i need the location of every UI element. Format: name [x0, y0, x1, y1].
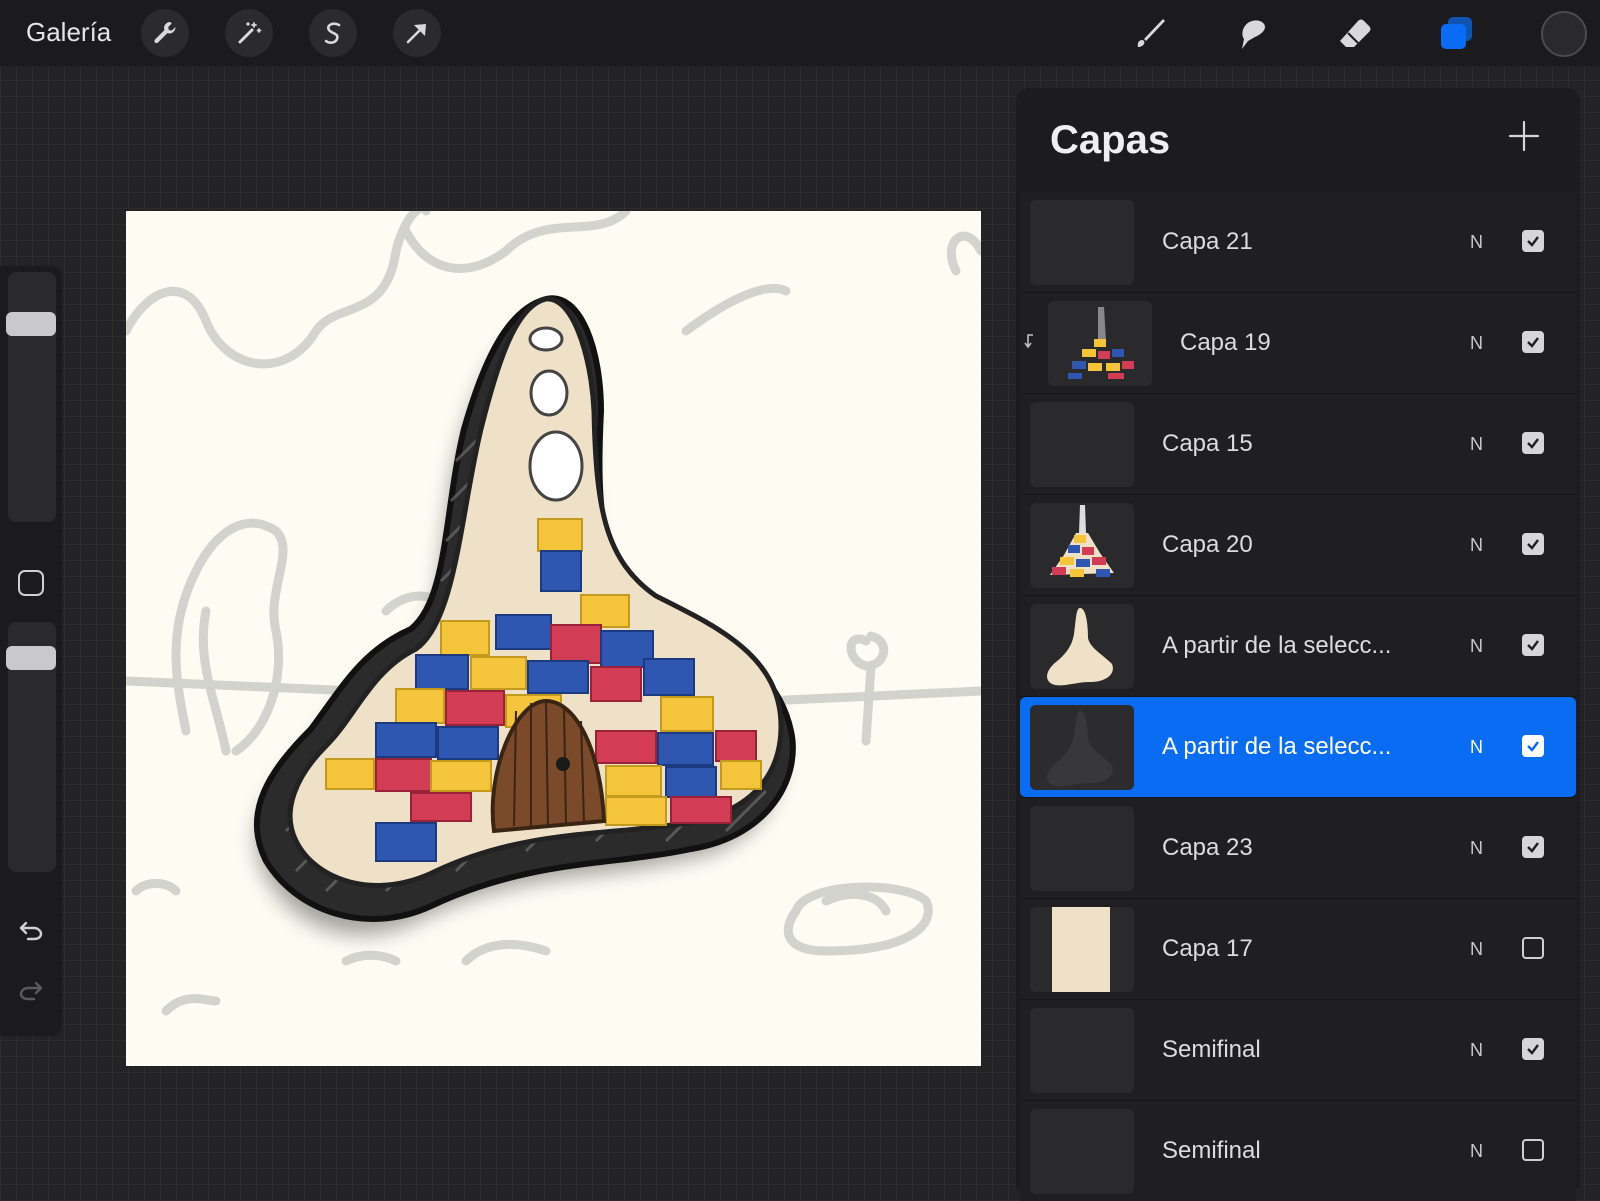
- checkmark-icon: [1527, 1044, 1539, 1055]
- blend-mode-button[interactable]: N: [1470, 232, 1483, 253]
- layer-name: A partir de la selecc...: [1162, 632, 1392, 659]
- visibility-checkbox[interactable]: [1522, 432, 1544, 454]
- checkmark-icon: [1527, 539, 1539, 550]
- layer-thumbnail: [1030, 1008, 1134, 1093]
- clipping-mask-icon: [1024, 334, 1033, 349]
- layer-name: Semifinal: [1162, 1137, 1261, 1164]
- undo-icon[interactable]: [16, 914, 46, 944]
- blend-mode-button[interactable]: N: [1470, 434, 1483, 455]
- checkmark-icon: [1527, 842, 1539, 853]
- layer-thumbnail: [1030, 705, 1134, 790]
- opacity-thumb[interactable]: [6, 646, 56, 670]
- layer-row[interactable]: Capa 23 N: [1020, 798, 1576, 899]
- plus-icon[interactable]: [1508, 120, 1540, 152]
- adjustments-button[interactable]: [225, 9, 273, 57]
- eraser-icon: [1340, 19, 1371, 47]
- blend-mode-button[interactable]: N: [1470, 333, 1483, 354]
- layer-row[interactable]: Capa 17 N: [1020, 899, 1576, 1000]
- gallery-button[interactable]: Galería: [26, 17, 111, 48]
- arrow-cursor-icon: [406, 24, 426, 44]
- actions-button[interactable]: [141, 9, 189, 57]
- layers-tool[interactable]: [1434, 11, 1478, 55]
- smudge-icon: [1242, 20, 1265, 49]
- layer-name: Capa 17: [1162, 935, 1253, 962]
- layer-row[interactable]: Semifinal N: [1020, 1101, 1576, 1201]
- redo-icon[interactable]: [16, 974, 46, 1004]
- checkmark-icon: [1527, 236, 1539, 247]
- checkmark-icon: [1527, 438, 1539, 449]
- visibility-checkbox[interactable]: [1522, 937, 1544, 959]
- layer-name: Semifinal: [1162, 1036, 1261, 1063]
- layer-row[interactable]: Capa 19 N: [1020, 293, 1576, 394]
- blend-mode-button[interactable]: N: [1470, 939, 1483, 960]
- left-sidebar: [0, 266, 62, 1036]
- layers-list: Capa 21 N Capa 19 N Capa 15 N Capa 20 N …: [1020, 192, 1576, 1201]
- layer-thumbnail: [1030, 806, 1134, 891]
- layer-thumbnail: [1030, 200, 1134, 285]
- layer-row[interactable]: Capa 21 N: [1020, 192, 1576, 293]
- blend-mode-button[interactable]: N: [1470, 838, 1483, 859]
- checkmark-icon: [1527, 640, 1539, 651]
- brush-tool[interactable]: [1128, 11, 1172, 55]
- layer-name: A partir de la selecc...: [1162, 733, 1392, 760]
- selection-button[interactable]: [309, 9, 357, 57]
- blend-mode-button[interactable]: N: [1470, 1141, 1483, 1162]
- checkmark-icon: [1527, 337, 1539, 348]
- blend-mode-button[interactable]: N: [1470, 535, 1483, 556]
- layer-row[interactable]: Semifinal N: [1020, 1000, 1576, 1101]
- layer-thumbnail: [1048, 301, 1152, 386]
- brush-size-thumb[interactable]: [6, 312, 56, 336]
- visibility-checkbox[interactable]: [1522, 230, 1544, 252]
- smudge-tool[interactable]: [1230, 11, 1274, 55]
- visibility-checkbox[interactable]: [1522, 331, 1544, 353]
- layers-panel-title: Capas: [1050, 118, 1171, 162]
- layer-thumbnail: [1030, 604, 1134, 689]
- eraser-tool[interactable]: [1332, 11, 1376, 55]
- layer-thumbnail: [1030, 402, 1134, 487]
- layer-thumbnail: [1030, 907, 1134, 992]
- layer-row[interactable]: Capa 20 N: [1020, 495, 1576, 596]
- visibility-checkbox[interactable]: [1522, 1139, 1544, 1161]
- checkmark-icon: [1527, 741, 1539, 752]
- brush-size-slider[interactable]: [8, 272, 56, 522]
- layer-thumbnail: [1030, 1109, 1134, 1194]
- blend-mode-button[interactable]: N: [1470, 636, 1483, 657]
- layer-row[interactable]: A partir de la selecc... N: [1020, 596, 1576, 697]
- layer-name: Capa 23: [1162, 834, 1253, 861]
- artwork: [126, 211, 981, 1016]
- visibility-checkbox[interactable]: [1522, 1038, 1544, 1060]
- blend-mode-button[interactable]: N: [1470, 1040, 1483, 1061]
- layer-thumbnail: [1030, 503, 1134, 588]
- layer-name: Capa 20: [1162, 531, 1253, 558]
- visibility-checkbox[interactable]: [1522, 533, 1544, 555]
- blend-mode-button[interactable]: N: [1470, 737, 1483, 758]
- transform-button[interactable]: [393, 9, 441, 57]
- color-picker-button[interactable]: [1541, 11, 1587, 57]
- drawing-canvas[interactable]: [126, 211, 981, 1066]
- visibility-checkbox[interactable]: [1522, 634, 1544, 656]
- layer-name: Capa 21: [1162, 228, 1253, 255]
- layer-name: Capa 19: [1180, 329, 1271, 356]
- brush-icon: [1137, 19, 1165, 47]
- layer-row[interactable]: Capa 15 N: [1020, 394, 1576, 495]
- magic-wand-icon: [238, 22, 262, 44]
- layer-row-selected[interactable]: A partir de la selecc... N: [1020, 697, 1576, 798]
- visibility-checkbox[interactable]: [1522, 836, 1544, 858]
- wrench-icon: [154, 22, 176, 44]
- visibility-checkbox[interactable]: [1522, 735, 1544, 757]
- selection-s-icon: [324, 22, 341, 44]
- square-modifier-icon[interactable]: [18, 570, 44, 596]
- top-toolbar: Galería: [0, 0, 1600, 66]
- layers-icon: [1441, 17, 1472, 49]
- layer-name: Capa 15: [1162, 430, 1253, 457]
- layers-panel: Capas Capa 21 N Capa 19 N Capa 15 N Capa…: [1016, 88, 1580, 1201]
